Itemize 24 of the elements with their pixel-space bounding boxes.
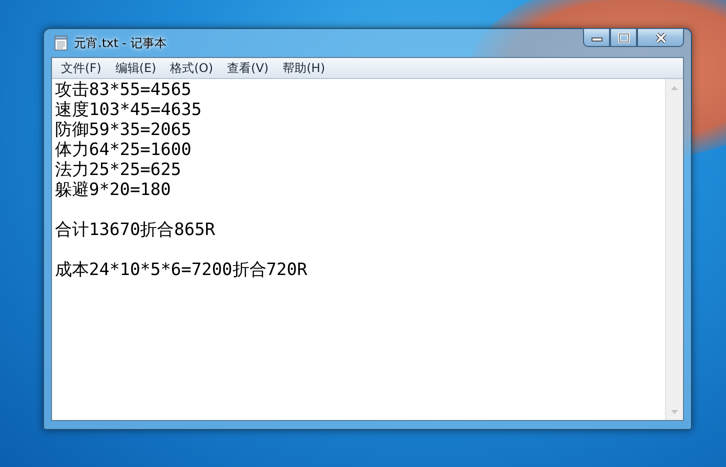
scroll-down-icon [671, 410, 678, 414]
text-line: 体力64*25=1600 [55, 140, 192, 160]
close-icon [654, 32, 668, 44]
text-line: 速度103*45=4635 [55, 100, 202, 120]
text-line: 法力25*25=625 [55, 160, 182, 180]
menu-item[interactable]: 帮助(H) [276, 58, 332, 78]
minimize-button[interactable] [583, 28, 610, 47]
maximize-icon [618, 32, 630, 42]
text-line: 合计13670折合865R [55, 220, 216, 240]
maximize-button[interactable] [610, 28, 637, 47]
text-area[interactable]: 攻击83*55=4565 速度103*45=4635 防御59*35=2065 体力64*25=1600 法力25*25=625 躲避9*20=180 合计13670折合865R 成本24*10*5*6=7200折合720R [52, 79, 683, 420]
window-title: 元宵.txt - 记事本 [74, 34, 166, 52]
menu-item[interactable]: 格式(O) [163, 58, 220, 78]
text-line: 躲避9*20=180 [55, 180, 171, 200]
notepad-icon [54, 35, 68, 51]
close-button[interactable] [637, 28, 684, 47]
menu-item[interactable]: 编辑(E) [108, 58, 164, 78]
text-line: 攻击83*55=4565 [55, 80, 192, 100]
text-line: 防御59*35=2065 [55, 120, 192, 140]
scrollbar[interactable] [665, 79, 683, 420]
menu-item[interactable]: 文件(F) [54, 58, 108, 78]
text-line: 成本24*10*5*6=7200折合720R [55, 260, 308, 280]
menu-item[interactable]: 查看(V) [220, 58, 276, 78]
scroll-up-icon [671, 86, 678, 90]
